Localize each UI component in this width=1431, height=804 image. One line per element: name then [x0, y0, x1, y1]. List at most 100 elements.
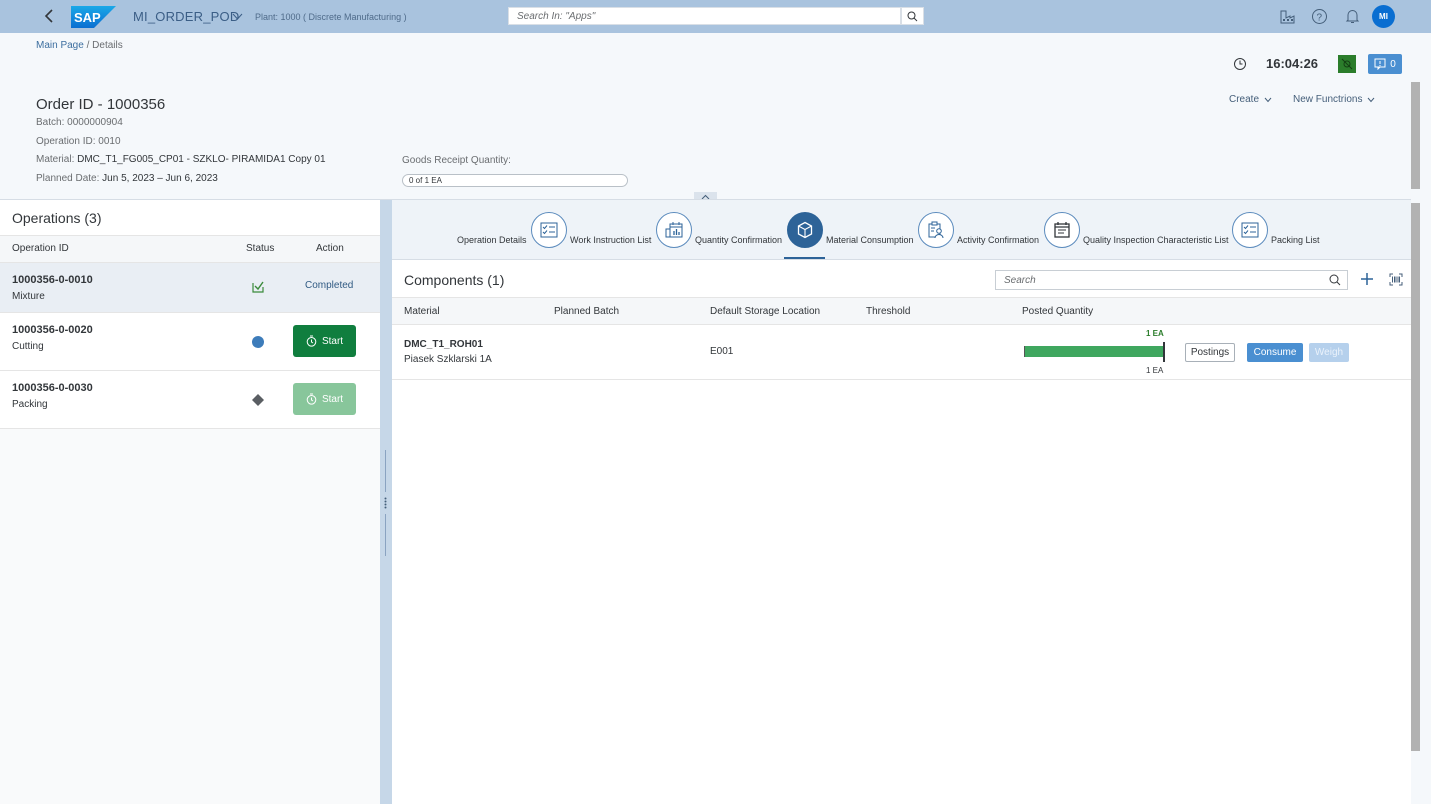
chevron-down-icon[interactable]	[232, 11, 243, 22]
operation-action-status: Completed	[305, 280, 354, 291]
search-icon[interactable]	[1329, 274, 1341, 286]
barcode-scan-icon[interactable]	[1389, 273, 1403, 286]
col-storage-location: Default Storage Location	[710, 306, 821, 317]
clock-icon	[1234, 58, 1246, 70]
stopwatch-icon	[306, 393, 317, 405]
breadcrumb-current: Details	[92, 40, 123, 51]
tab-icon-circle	[1044, 212, 1080, 248]
calendar-chart-icon	[665, 222, 683, 238]
bell-icon[interactable]	[1344, 8, 1361, 25]
component-row[interactable]: DMC_T1_ROH01 Piasek Szklarski 1A E001 1 …	[392, 325, 1411, 380]
app-title[interactable]: MI_ORDER_POD	[133, 9, 239, 24]
new-functions-menu-label: New Functrions	[1293, 94, 1363, 105]
col-posted-quantity: Posted Quantity	[1022, 306, 1094, 317]
connection-status-badge[interactable]	[1338, 55, 1356, 73]
message-alert-icon	[1374, 58, 1386, 70]
plugin-tab-bar: Operation Details Work Instruction List …	[392, 200, 1411, 260]
operations-panel: Operations (3) Operation ID Status Actio…	[0, 200, 380, 804]
tab-quality-inspection-icon[interactable]	[1044, 212, 1080, 248]
splitter-line	[385, 450, 386, 492]
notification-count: 0	[1390, 58, 1396, 70]
operation-id: 1000356-0-0030	[12, 382, 93, 394]
attr-label: Operation ID:	[36, 136, 99, 147]
weigh-button[interactable]: Weigh	[1309, 343, 1349, 362]
back-icon[interactable]	[42, 7, 58, 25]
operation-id-attribute: Operation ID: 0010	[36, 136, 121, 147]
start-button[interactable]: Start	[293, 325, 356, 357]
tab-activity-confirmation[interactable]: Activity Confirmation	[957, 235, 1039, 245]
splitter-line	[385, 514, 386, 556]
attr-value: Jun 5, 2023 – Jun 6, 2023	[102, 173, 218, 184]
page-scrollbar[interactable]	[1411, 82, 1420, 189]
col-planned-batch: Planned Batch	[554, 306, 620, 317]
tab-material-consumption[interactable]: Material Consumption	[826, 235, 914, 245]
shell-search-input[interactable]: Search In: "Apps"	[508, 7, 901, 25]
tab-packing-list[interactable]: Packing List	[1271, 235, 1320, 245]
add-icon[interactable]	[1360, 272, 1374, 286]
plant-label: Plant: 1000 ( Discrete Manufacturing )	[255, 12, 407, 22]
tab-quality-inspection-characteristic-list[interactable]: Quality Inspection Characteristic List	[1083, 235, 1229, 245]
factory-icon[interactable]	[1279, 8, 1296, 25]
goods-receipt-quantity: 0 of 1 EA	[402, 174, 628, 187]
details-scrollbar[interactable]	[1411, 203, 1420, 751]
attr-label: Planned Date:	[36, 173, 103, 184]
attr-value: DMC_T1_FG005_CP01 - SZKLO- PIRAMIDA1 Cop…	[77, 154, 326, 165]
active-status-icon	[252, 336, 264, 348]
start-button-disabled[interactable]: Start	[293, 383, 356, 415]
panel-splitter[interactable]	[380, 200, 392, 804]
user-avatar[interactable]: MI	[1372, 5, 1395, 28]
required-quantity-marker	[1163, 342, 1165, 362]
tab-material-consumption-icon[interactable]	[787, 212, 823, 248]
calendar-list-icon	[1054, 222, 1070, 238]
shell-search-button[interactable]	[901, 7, 924, 25]
operations-title: Operations (3)	[0, 200, 380, 236]
col-threshold: Threshold	[866, 306, 911, 317]
components-title: Components (1)	[404, 272, 505, 288]
help-icon[interactable]: ?	[1311, 8, 1328, 25]
tab-operation-details[interactable]: Operation Details	[457, 235, 527, 245]
operation-id: 1000356-0-0010	[12, 274, 93, 286]
grip-dots-icon[interactable]	[384, 497, 387, 509]
tab-work-instruction-list[interactable]: Work Instruction List	[570, 235, 651, 245]
notifications-button[interactable]: 0	[1368, 54, 1402, 74]
tab-quantity-confirmation[interactable]: Quantity Confirmation	[695, 235, 782, 245]
posted-quantity-bar	[1024, 346, 1165, 357]
operation-id: 1000356-0-0020	[12, 324, 93, 336]
create-menu-button[interactable]: Create	[1229, 94, 1272, 105]
operation-row[interactable]: 1000356-0-0030 Packing Start	[0, 371, 380, 429]
postings-button[interactable]: Postings	[1185, 343, 1235, 362]
breadcrumb-separator: /	[83, 40, 93, 51]
tab-packing-list-icon[interactable]	[1232, 212, 1268, 248]
disconnected-plug-icon	[1341, 58, 1353, 70]
components-search-input[interactable]: Search	[995, 270, 1348, 290]
component-description: Piasek Szklarski 1A	[404, 354, 492, 365]
sap-logo[interactable]: SAP	[71, 6, 116, 28]
breadcrumb: Main Page / Details	[36, 40, 123, 51]
not-started-diamond-icon	[252, 394, 264, 406]
start-label: Start	[321, 393, 344, 405]
tab-quantity-confirmation-icon[interactable]	[656, 212, 692, 248]
planned-date-attribute: Planned Date: Jun 5, 2023 – Jun 6, 2023	[36, 173, 218, 184]
tab-icon-circle	[918, 212, 954, 248]
goods-receipt-label: Goods Receipt Quantity:	[402, 155, 511, 166]
active-tab-indicator	[784, 257, 825, 259]
component-storage-location: E001	[710, 346, 734, 357]
shell-bar: SAP MI_ORDER_POD Plant: 1000 ( Discrete …	[0, 0, 1431, 33]
components-table-header: Material Planned Batch Default Storage L…	[392, 297, 1411, 325]
operations-table-header: Operation ID Status Action	[0, 236, 380, 263]
clipboard-person-icon	[928, 221, 944, 239]
attr-value: 0000000904	[67, 117, 123, 128]
start-label: Start	[321, 335, 344, 347]
col-action: Action	[316, 243, 344, 254]
cube-icon	[797, 221, 813, 239]
order-title: Order ID - 1000356	[36, 96, 166, 113]
operation-row[interactable]: 1000356-0-0010 Mixture Completed	[0, 263, 380, 313]
consume-button[interactable]: Consume	[1247, 343, 1303, 362]
breadcrumb-main-page[interactable]: Main Page	[36, 40, 84, 51]
tab-work-instruction-list-icon[interactable]	[531, 212, 567, 248]
tab-activity-confirmation-icon[interactable]	[918, 212, 954, 248]
required-quantity-value: 1 EA	[1146, 366, 1164, 375]
operation-row[interactable]: 1000356-0-0020 Cutting Start	[0, 313, 380, 371]
new-functions-menu-button[interactable]: New Functrions	[1293, 94, 1375, 105]
svg-text:?: ?	[1317, 13, 1323, 24]
